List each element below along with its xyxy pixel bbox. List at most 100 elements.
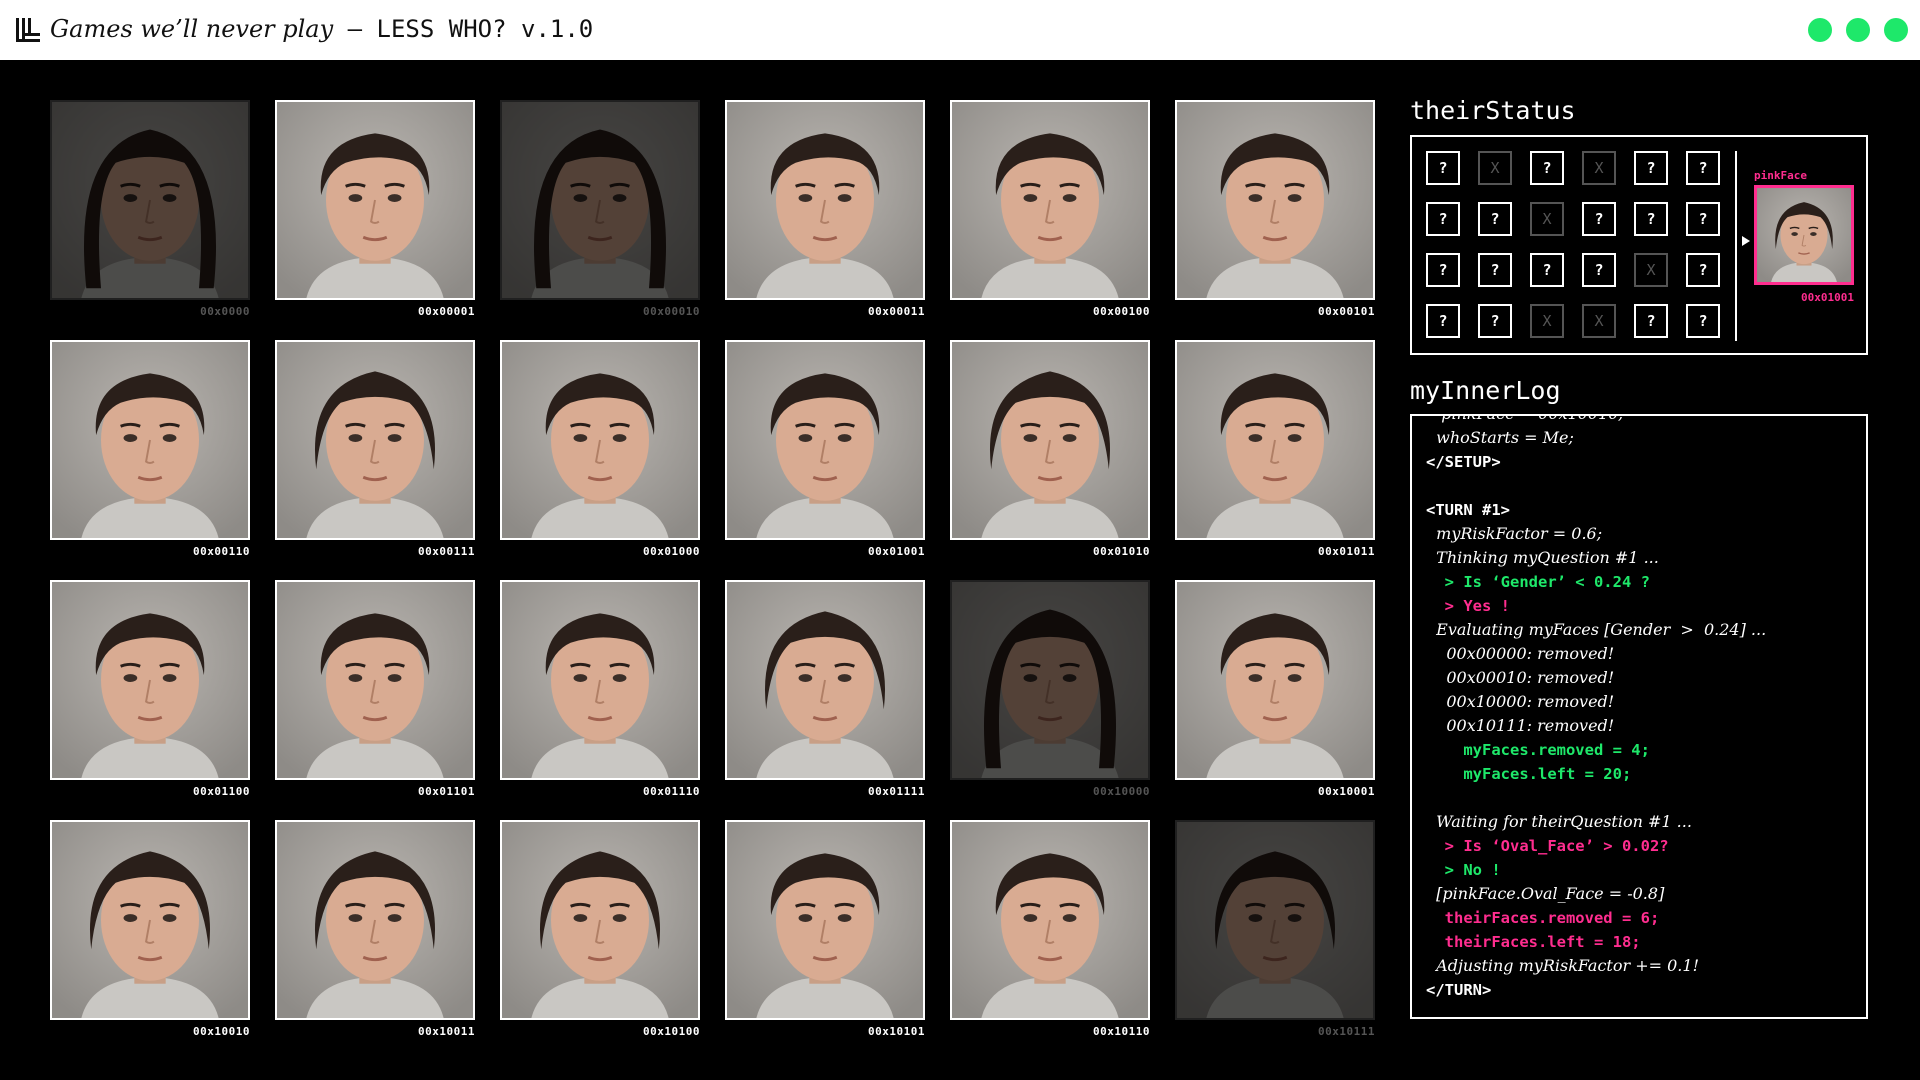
face-portrait[interactable] [950,100,1150,300]
face-card[interactable]: 00x01001 [725,340,925,558]
status-cell-unknown: ? [1530,151,1564,185]
status-cell-unknown: ? [1426,202,1460,236]
status-cell-removed: X [1582,304,1616,338]
pink-face-label: pinkFace [1754,169,1807,182]
log-line: pinkFace = 00x10010; [1426,416,1858,426]
log-line: </SETUP> [1426,453,1501,471]
window-control-dot-1[interactable] [1808,18,1832,42]
face-id-label: 00x00001 [418,305,475,318]
face-card[interactable]: 00x10100 [500,820,700,1038]
status-cell-unknown: ? [1426,253,1460,287]
log-line: <TURN #1> [1426,501,1510,519]
inner-log-title: myInnerLog [1410,376,1561,405]
face-card[interactable]: 00x01101 [275,580,475,798]
log-line: whoStarts = Me; [1426,428,1574,447]
face-card[interactable]: 00x01110 [500,580,700,798]
log-line: myFaces.left = 20; [1426,765,1632,783]
face-portrait[interactable] [275,100,475,300]
face-portrait[interactable] [950,340,1150,540]
log-line: > Is ‘Oval_Face’ > 0.02? [1426,837,1669,855]
face-id-label: 00x10110 [1093,1025,1150,1038]
status-cell-unknown: ? [1686,253,1720,287]
face-card[interactable]: 00x10110 [950,820,1150,1038]
face-portrait[interactable] [725,340,925,540]
face-id-label: 00x10011 [418,1025,475,1038]
status-divider [1735,151,1737,341]
face-portrait[interactable] [725,820,925,1020]
window-control-dot-3[interactable] [1884,18,1908,42]
status-cell-removed: X [1582,151,1616,185]
status-cell-removed: X [1634,253,1668,287]
window-title: Games we’ll never play – LESS WHO? v.1.0 [50,15,594,43]
face-card[interactable]: 00x00110 [50,340,250,558]
face-id-label: 00x01010 [1093,545,1150,558]
log-line: [pinkFace.Oval_Face = -0.8] [1426,884,1665,903]
status-cell-unknown: ? [1686,202,1720,236]
face-card[interactable]: 00x00010 [500,100,700,318]
face-portrait[interactable] [500,100,700,300]
face-id-label: 00x0000 [200,305,250,318]
face-card[interactable]: 00x10111 [1175,820,1375,1038]
face-card[interactable]: 00x10101 [725,820,925,1038]
face-card[interactable]: 00x00111 [275,340,475,558]
face-portrait[interactable] [950,820,1150,1020]
face-portrait[interactable] [1175,340,1375,540]
window-titlebar: Games we’ll never play – LESS WHO? v.1.0 [0,0,1920,62]
face-portrait[interactable] [50,340,250,540]
log-line: theirFaces.left = 18; [1426,933,1641,951]
face-id-label: 00x10000 [1093,785,1150,798]
face-card[interactable]: 00x00011 [725,100,925,318]
face-portrait[interactable] [50,580,250,780]
inner-log-panel[interactable]: pinkFace = 00x10010; whoStarts = Me; </SE… [1410,414,1868,1019]
arrow-right-icon [1742,236,1750,246]
app-logo-icon [16,18,40,42]
face-card[interactable]: 00x01010 [950,340,1150,558]
face-portrait[interactable] [500,580,700,780]
face-portrait[interactable] [725,580,925,780]
face-card[interactable]: 00x10010 [50,820,250,1038]
face-id-label: 00x10001 [1318,785,1375,798]
face-card[interactable]: 00x00100 [950,100,1150,318]
face-id-label: 00x00011 [868,305,925,318]
status-cell-unknown: ? [1582,253,1616,287]
face-card[interactable]: 00x00101 [1175,100,1375,318]
log-line: > Is ‘Gender’ < 0.24 ? [1426,573,1650,591]
status-cell-unknown: ? [1478,304,1512,338]
their-status-panel: pinkFace 00x01001 ? X? X???? X??????? X??? X X… [1410,135,1868,355]
face-portrait[interactable] [950,580,1150,780]
status-cell-unknown: ? [1478,253,1512,287]
face-portrait[interactable] [50,820,250,1020]
face-card[interactable]: 00x10001 [1175,580,1375,798]
status-cell-unknown: ? [1686,304,1720,338]
face-id-label: 00x10101 [868,1025,925,1038]
face-id-label: 00x10111 [1318,1025,1375,1038]
log-line: 00x10111: removed! [1426,716,1615,735]
face-portrait[interactable] [275,340,475,540]
face-portrait[interactable] [275,580,475,780]
face-card[interactable]: 00x01111 [725,580,925,798]
face-card[interactable]: 00x01100 [50,580,250,798]
face-card[interactable]: 00x0000 [50,100,250,318]
face-portrait[interactable] [725,100,925,300]
status-cell-unknown: ? [1634,202,1668,236]
face-portrait[interactable] [500,340,700,540]
face-card[interactable]: 00x01011 [1175,340,1375,558]
face-portrait[interactable] [50,100,250,300]
face-card[interactable]: 00x10000 [950,580,1150,798]
face-portrait[interactable] [1175,100,1375,300]
window-control-dot-2[interactable] [1846,18,1870,42]
face-card[interactable]: 00x10011 [275,820,475,1038]
face-portrait[interactable] [275,820,475,1020]
face-card[interactable]: 00x00001 [275,100,475,318]
face-card[interactable]: 00x01000 [500,340,700,558]
status-cell-unknown: ? [1426,151,1460,185]
face-portrait[interactable] [1175,820,1375,1020]
face-portrait[interactable] [500,820,700,1020]
face-portrait[interactable] [1175,580,1375,780]
log-line: myFaces.removed = 4; [1426,741,1650,759]
status-cell-unknown: ? [1634,304,1668,338]
face-id-label: 00x00010 [643,305,700,318]
status-cell-removed: X [1530,202,1564,236]
